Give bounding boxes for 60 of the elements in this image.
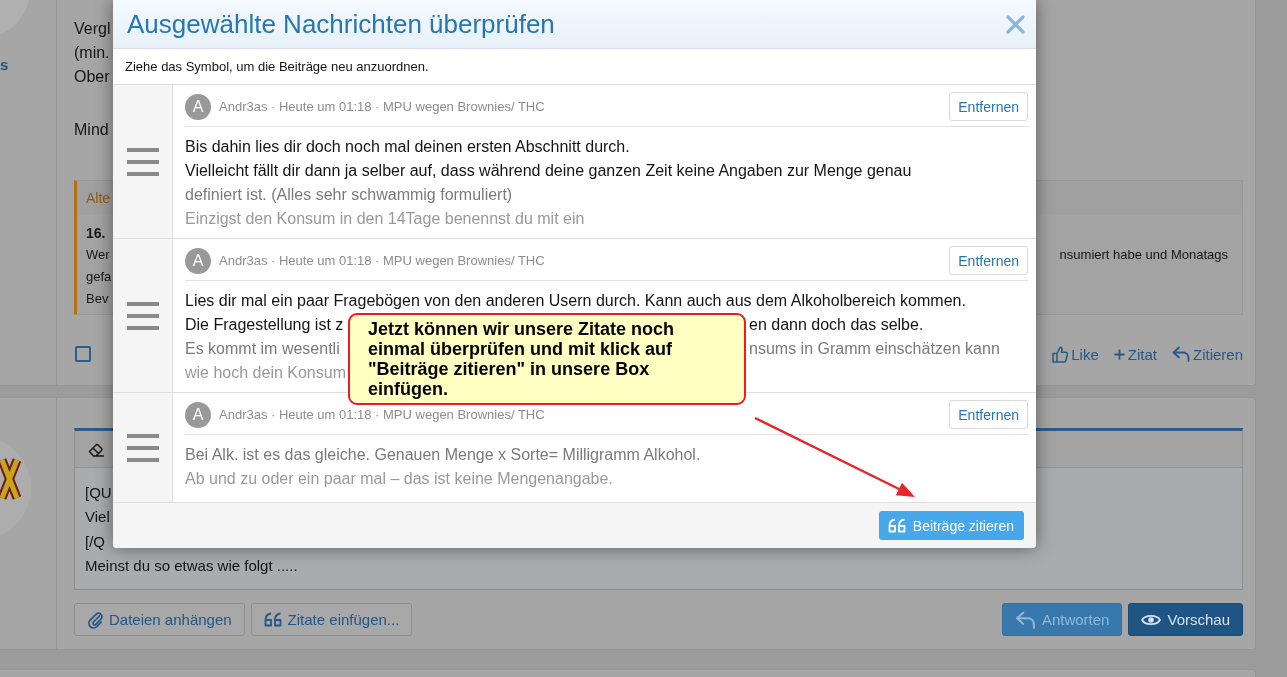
multi-quote-link[interactable]: Zitat — [1113, 345, 1157, 363]
plus-icon — [1113, 348, 1125, 360]
callout-text: Jetzt können wir unsere Zitate noch einmal überprüfen und mit klick auf "Beiträge zitieren" in unsere Box einfügen. — [368, 319, 676, 399]
reply-arrow-icon — [1014, 610, 1036, 629]
insert-quotes-button[interactable]: Zitate einfügen... — [250, 603, 413, 636]
instruction-text: Ziehe das Symbol, um die Beiträge neu anzuordnen. — [125, 59, 429, 74]
eraser-icon[interactable] — [88, 441, 105, 457]
preview-button[interactable]: Vorschau — [1128, 603, 1243, 636]
drag-handle-icon[interactable] — [126, 301, 159, 330]
drag-handle-area[interactable] — [113, 239, 173, 392]
post-text: Ober — [74, 67, 110, 87]
attach-files-button[interactable]: Dateien anhängen — [74, 603, 245, 636]
message-text: Vielleicht fällt dir dann ja selber auf, dass während deine ganzen Zeit keine Angaben zur Menge genau — [185, 161, 912, 181]
username-text[interactable]: s — [0, 56, 9, 74]
quote-icon — [887, 518, 906, 533]
quote-text: Bev — [86, 290, 109, 308]
drag-handle-area[interactable] — [113, 393, 173, 502]
remove-button[interactable]: Entfernen — [949, 400, 1028, 429]
post-text: Vergl — [74, 19, 111, 39]
message-meta: Andr3as · Heute um 01:18 · MPU wegen Brownies/ THC — [219, 253, 545, 268]
quote-posts-button[interactable]: Beiträge zitieren — [878, 511, 1024, 540]
remove-button[interactable]: Entfernen — [949, 246, 1028, 275]
remove-button[interactable]: Entfernen — [949, 92, 1028, 121]
avatar: A — [185, 247, 211, 274]
reply-arrow-icon — [1171, 346, 1190, 362]
message-text: Bis dahin lies dir doch noch mal deinen ersten Abschnitt durch. — [185, 137, 630, 157]
post-text: (min. — [74, 43, 110, 63]
message-text: definiert ist. (Alles sehr schwammig formuliert) — [185, 185, 513, 205]
drag-handle-area[interactable] — [113, 85, 173, 238]
message-meta: Andr3as · Heute um 01:18 · MPU wegen Brownies/ THC — [219, 407, 545, 422]
message-text: en dann doch das selbe. — [748, 315, 924, 335]
quote-icon — [263, 612, 282, 627]
message-text: Bei Alk. ist es das gleiche. Genauen Menge x Sorte= Milligramm Alkohol. — [185, 445, 701, 465]
drag-handle-icon[interactable] — [126, 433, 159, 462]
message-text: wie hoch dein Konsum — [185, 363, 346, 383]
quote-text: gefa — [86, 268, 112, 286]
quote-title[interactable]: Alte — [86, 190, 111, 206]
select-checkbox[interactable] — [75, 346, 91, 362]
reply-link[interactable]: Zitieren — [1171, 345, 1243, 363]
eye-icon — [1141, 612, 1162, 627]
drag-handle-icon[interactable] — [126, 147, 159, 176]
message-text: Einzigst den Konsum in den 14Tage benennst du mit ein — [185, 209, 585, 229]
avatar: A — [185, 401, 211, 428]
message-text: Es kommt im wesentli — [185, 339, 340, 359]
message-text: Lies dir mal ein paar Fragebögen von den anderen Usern durch. Kann auch aus dem Alkoholbereich kommen. — [185, 291, 966, 311]
quote-heading: 16. — [86, 224, 106, 243]
post-text: Mind — [74, 120, 109, 140]
message-text: nsums in Gramm einschätzen kann — [748, 339, 1000, 359]
dialog-title: Ausgewählte Nachrichten überprüfen — [127, 8, 555, 40]
quote-text: Wer — [86, 246, 110, 264]
like-link[interactable]: Like — [1052, 345, 1099, 363]
paperclip-icon — [87, 610, 103, 629]
message-text: Die Fragestellung ist z — [185, 315, 344, 335]
reply-button[interactable]: Antworten — [1001, 603, 1123, 636]
message-text: Ab und zu oder ein paar mal – das ist keine Mengenangabe. — [185, 469, 613, 489]
quote-text: nsumiert habe und Monatags — [1059, 246, 1228, 264]
message-meta: Andr3as · Heute um 01:18 · MPU wegen Brownies/ THC — [219, 99, 545, 114]
close-icon[interactable] — [1006, 14, 1025, 34]
avatar: A — [185, 93, 211, 120]
thumbs-up-icon — [1052, 345, 1069, 363]
